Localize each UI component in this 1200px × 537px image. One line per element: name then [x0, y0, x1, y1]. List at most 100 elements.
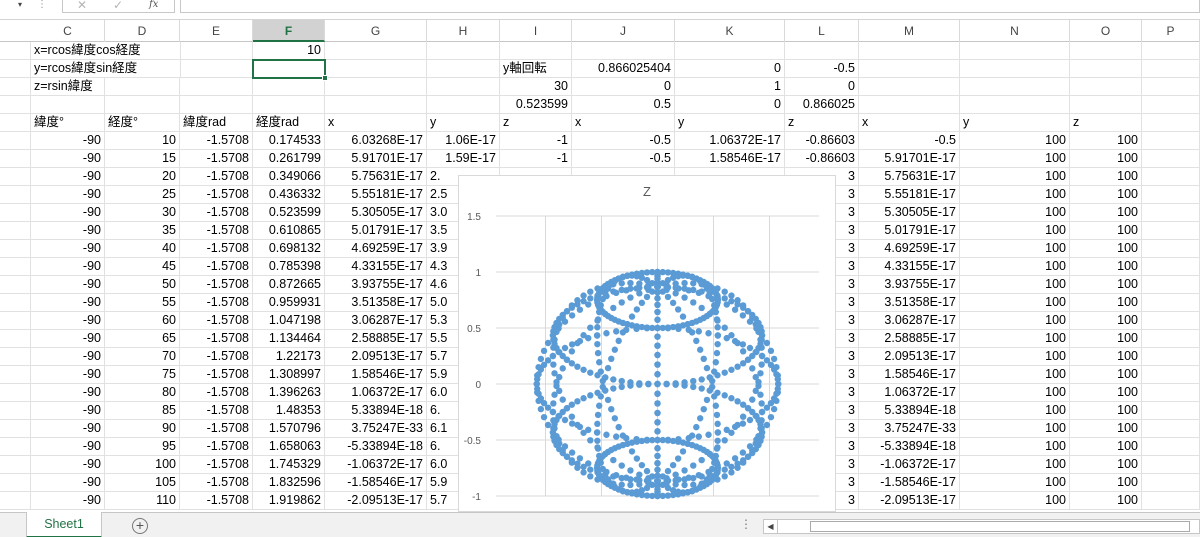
cell-n-4[interactable]: y	[960, 114, 1070, 132]
cell-h-0[interactable]	[427, 42, 500, 60]
cell-p-25[interactable]	[1142, 492, 1200, 510]
cell-i-2[interactable]: 30	[500, 78, 572, 96]
cell-h-3[interactable]	[427, 96, 500, 114]
cell-p-2[interactable]	[1142, 78, 1200, 96]
cell-f-24[interactable]: 1.832596	[253, 474, 325, 492]
cell-d-20[interactable]: 85	[105, 402, 180, 420]
cell-f-19[interactable]: 1.396263	[253, 384, 325, 402]
cell-p-3[interactable]	[1142, 96, 1200, 114]
cell-p-21[interactable]	[1142, 420, 1200, 438]
cell-d-13[interactable]: 50	[105, 276, 180, 294]
cell-d-16[interactable]: 65	[105, 330, 180, 348]
column-header-m[interactable]: M	[859, 20, 960, 42]
cell-f-15[interactable]: 1.047198	[253, 312, 325, 330]
scatter-chart[interactable]: Z 1.5 1 0.5 0 -0.5 -1	[458, 175, 836, 512]
cell-m-8[interactable]: 5.55181E-17	[859, 186, 960, 204]
cell-c-4[interactable]: 緯度°	[31, 114, 105, 132]
column-header-h[interactable]: H	[427, 20, 500, 42]
cell-f-6[interactable]: 0.261799	[253, 150, 325, 168]
namebox-dropdown-icon[interactable]: ▾	[14, 0, 26, 10]
cell-e-10[interactable]: -1.5708	[180, 222, 253, 240]
cell-e-14[interactable]: -1.5708	[180, 294, 253, 312]
cell-p-0[interactable]	[1142, 42, 1200, 60]
cell-p-11[interactable]	[1142, 240, 1200, 258]
cell-g-13[interactable]: 3.93755E-17	[325, 276, 427, 294]
cell-d-10[interactable]: 35	[105, 222, 180, 240]
cell-o-11[interactable]: 100	[1070, 240, 1142, 258]
cell-o-8[interactable]: 100	[1070, 186, 1142, 204]
cell-m-9[interactable]: 5.30505E-17	[859, 204, 960, 222]
cell-c-21[interactable]: -90	[31, 420, 105, 438]
cell-e-20[interactable]: -1.5708	[180, 402, 253, 420]
cell-f-23[interactable]: 1.745329	[253, 456, 325, 474]
cell-o-17[interactable]: 100	[1070, 348, 1142, 366]
cell-d-6[interactable]: 15	[105, 150, 180, 168]
cell-d-4[interactable]: 経度°	[105, 114, 180, 132]
cell-m-19[interactable]: 1.06372E-17	[859, 384, 960, 402]
column-header-k[interactable]: K	[675, 20, 785, 42]
cell-c-3[interactable]	[31, 96, 105, 114]
cell-g-3[interactable]	[325, 96, 427, 114]
cell-f-18[interactable]: 1.308997	[253, 366, 325, 384]
cell-g-15[interactable]: 3.06287E-17	[325, 312, 427, 330]
cell-e-8[interactable]: -1.5708	[180, 186, 253, 204]
cell-f-2[interactable]	[253, 78, 325, 96]
cell-n-20[interactable]: 100	[960, 402, 1070, 420]
cell-n-11[interactable]: 100	[960, 240, 1070, 258]
cell-g-8[interactable]: 5.55181E-17	[325, 186, 427, 204]
cell-g-23[interactable]: -1.06372E-17	[325, 456, 427, 474]
cell-n-19[interactable]: 100	[960, 384, 1070, 402]
cell-f-1[interactable]	[253, 60, 325, 78]
cell-m-16[interactable]: 2.58885E-17	[859, 330, 960, 348]
cell-f-10[interactable]: 0.610865	[253, 222, 325, 240]
cell-p-20[interactable]	[1142, 402, 1200, 420]
cell-o-12[interactable]: 100	[1070, 258, 1142, 276]
cell-f-13[interactable]: 0.872665	[253, 276, 325, 294]
cell-e-6[interactable]: -1.5708	[180, 150, 253, 168]
cancel-icon[interactable]: ✕	[77, 0, 87, 12]
cell-p-13[interactable]	[1142, 276, 1200, 294]
cell-k-0[interactable]	[675, 42, 785, 60]
column-header-e[interactable]: E	[180, 20, 253, 42]
cell-e-24[interactable]: -1.5708	[180, 474, 253, 492]
cell-d-25[interactable]: 110	[105, 492, 180, 510]
cell-f-22[interactable]: 1.658063	[253, 438, 325, 456]
cell-o-20[interactable]: 100	[1070, 402, 1142, 420]
cell-j-0[interactable]	[572, 42, 675, 60]
cell-o-25[interactable]: 100	[1070, 492, 1142, 510]
cell-j-3[interactable]: 0.5	[572, 96, 675, 114]
cell-d-2[interactable]	[105, 78, 180, 96]
cell-i-5[interactable]: -1	[500, 132, 572, 150]
cell-d-3[interactable]	[105, 96, 180, 114]
cell-o-10[interactable]: 100	[1070, 222, 1142, 240]
insert-function-icon[interactable]: fx	[149, 0, 158, 12]
cell-m-10[interactable]: 5.01791E-17	[859, 222, 960, 240]
cell-c-10[interactable]: -90	[31, 222, 105, 240]
cell-m-23[interactable]: -1.06372E-17	[859, 456, 960, 474]
cell-d-8[interactable]: 25	[105, 186, 180, 204]
cell-g-9[interactable]: 5.30505E-17	[325, 204, 427, 222]
cell-g-1[interactable]	[325, 60, 427, 78]
cell-c-2[interactable]: z=rsin緯度	[31, 78, 105, 96]
cell-d-21[interactable]: 90	[105, 420, 180, 438]
cell-n-14[interactable]: 100	[960, 294, 1070, 312]
cell-n-9[interactable]: 100	[960, 204, 1070, 222]
cell-p-15[interactable]	[1142, 312, 1200, 330]
cell-c-20[interactable]: -90	[31, 402, 105, 420]
cell-f-0[interactable]: 10	[253, 42, 325, 60]
cell-n-12[interactable]: 100	[960, 258, 1070, 276]
cell-f-8[interactable]: 0.436332	[253, 186, 325, 204]
cell-p-22[interactable]	[1142, 438, 1200, 456]
cell-d-12[interactable]: 45	[105, 258, 180, 276]
cell-i-1[interactable]: y軸回転	[500, 60, 572, 78]
cell-g-25[interactable]: -2.09513E-17	[325, 492, 427, 510]
cell-m-25[interactable]: -2.09513E-17	[859, 492, 960, 510]
cell-p-16[interactable]	[1142, 330, 1200, 348]
cell-f-3[interactable]	[253, 96, 325, 114]
cell-p-5[interactable]	[1142, 132, 1200, 150]
column-header-l[interactable]: L	[785, 20, 859, 42]
cell-o-2[interactable]	[1070, 78, 1142, 96]
cell-e-12[interactable]: -1.5708	[180, 258, 253, 276]
cell-e-9[interactable]: -1.5708	[180, 204, 253, 222]
cell-l-6[interactable]: -0.86603	[785, 150, 859, 168]
